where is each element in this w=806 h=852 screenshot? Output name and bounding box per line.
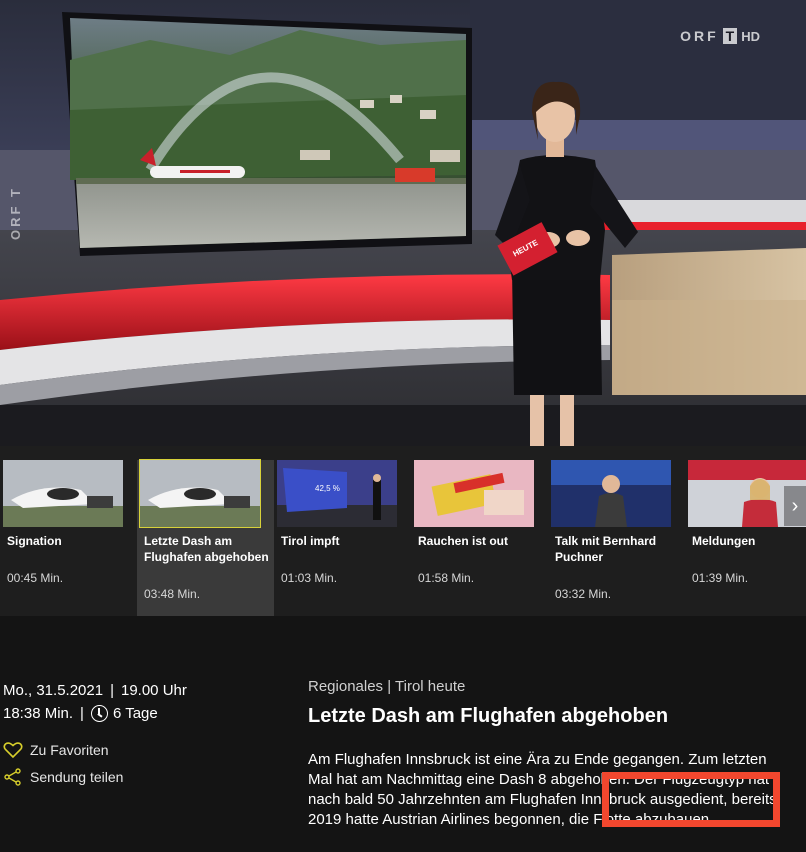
segment-duration: 01:03 Min. bbox=[281, 571, 338, 585]
segment-thumbnail bbox=[3, 460, 123, 527]
chevron-right-icon[interactable]: › bbox=[784, 486, 806, 526]
channel-logo: ORF T HD bbox=[680, 28, 760, 44]
favorites-label: Zu Favoriten bbox=[30, 742, 109, 758]
segment-item[interactable]: Signation 00:45 Min. bbox=[0, 460, 137, 616]
add-to-favorites-button[interactable]: Zu Favoriten bbox=[3, 741, 109, 759]
segment-item[interactable]: Meldungen 01:39 Min. bbox=[685, 460, 806, 616]
segment-item-active[interactable]: Letzte Dash am Flughafen abgehoben 03:48… bbox=[137, 459, 274, 616]
segment-overlay-text: 42,5 % bbox=[315, 484, 340, 493]
segment-thumbnail bbox=[551, 460, 671, 527]
segment-item[interactable]: Talk mit Bernhard Puchner 03:32 Min. bbox=[548, 460, 685, 616]
share-label: Sendung teilen bbox=[30, 769, 124, 785]
broadcast-date: Mo., 31.5.2021 bbox=[3, 682, 104, 699]
segment-title: Letzte Dash am Flughafen abgehoben bbox=[144, 534, 269, 564]
segment-title: Meldungen bbox=[692, 534, 756, 548]
segment-duration: 00:45 Min. bbox=[7, 571, 64, 585]
page-title: Letzte Dash am Flughafen abgehoben bbox=[308, 705, 669, 727]
segment-thumbnail bbox=[414, 460, 534, 527]
share-button[interactable]: Sendung teilen bbox=[3, 768, 123, 786]
segment-title: Rauchen ist out bbox=[418, 534, 509, 548]
clock-icon bbox=[90, 705, 108, 722]
segment-duration: 01:58 Min. bbox=[418, 571, 475, 585]
segment-title: Signation bbox=[7, 534, 62, 548]
availability: 6 Tage bbox=[112, 705, 158, 722]
segment-item[interactable]: Rauchen ist out 01:58 Min. bbox=[411, 460, 548, 616]
segment-item[interactable]: 42,5 % Tirol impft 01:03 Min. bbox=[274, 460, 411, 616]
segment-duration: 03:32 Min. bbox=[555, 587, 612, 601]
segment-title: Tirol impft bbox=[281, 534, 340, 548]
heart-icon bbox=[3, 742, 23, 759]
side-logo: ORF T bbox=[8, 186, 23, 240]
segment-thumbnail bbox=[139, 459, 261, 528]
segment-thumbnail: 42,5 % bbox=[277, 460, 397, 527]
broadcast-meta: Mo., 31.5.2021 | 19.00 Uhr 18:38 Min. | … bbox=[3, 679, 187, 725]
video-player[interactable]: HEUTE ORF T HD ORF T bbox=[0, 0, 806, 446]
segment-duration: 03:48 Min. bbox=[144, 587, 201, 601]
segment-title: Talk mit Bernhard Puchner bbox=[555, 534, 657, 564]
studio-scene: HEUTE bbox=[0, 0, 806, 446]
breadcrumb[interactable]: Regionales | Tirol heute bbox=[308, 678, 465, 695]
broadcast-time: 19.00 Uhr bbox=[120, 682, 187, 699]
broadcast-duration: 18:38 Min. bbox=[3, 705, 74, 722]
segment-strip: Signation 00:45 Min. Letzte Dash am Flug… bbox=[0, 446, 806, 616]
share-icon bbox=[4, 768, 21, 786]
highlight-box bbox=[602, 772, 780, 827]
segment-duration: 01:39 Min. bbox=[692, 571, 749, 585]
